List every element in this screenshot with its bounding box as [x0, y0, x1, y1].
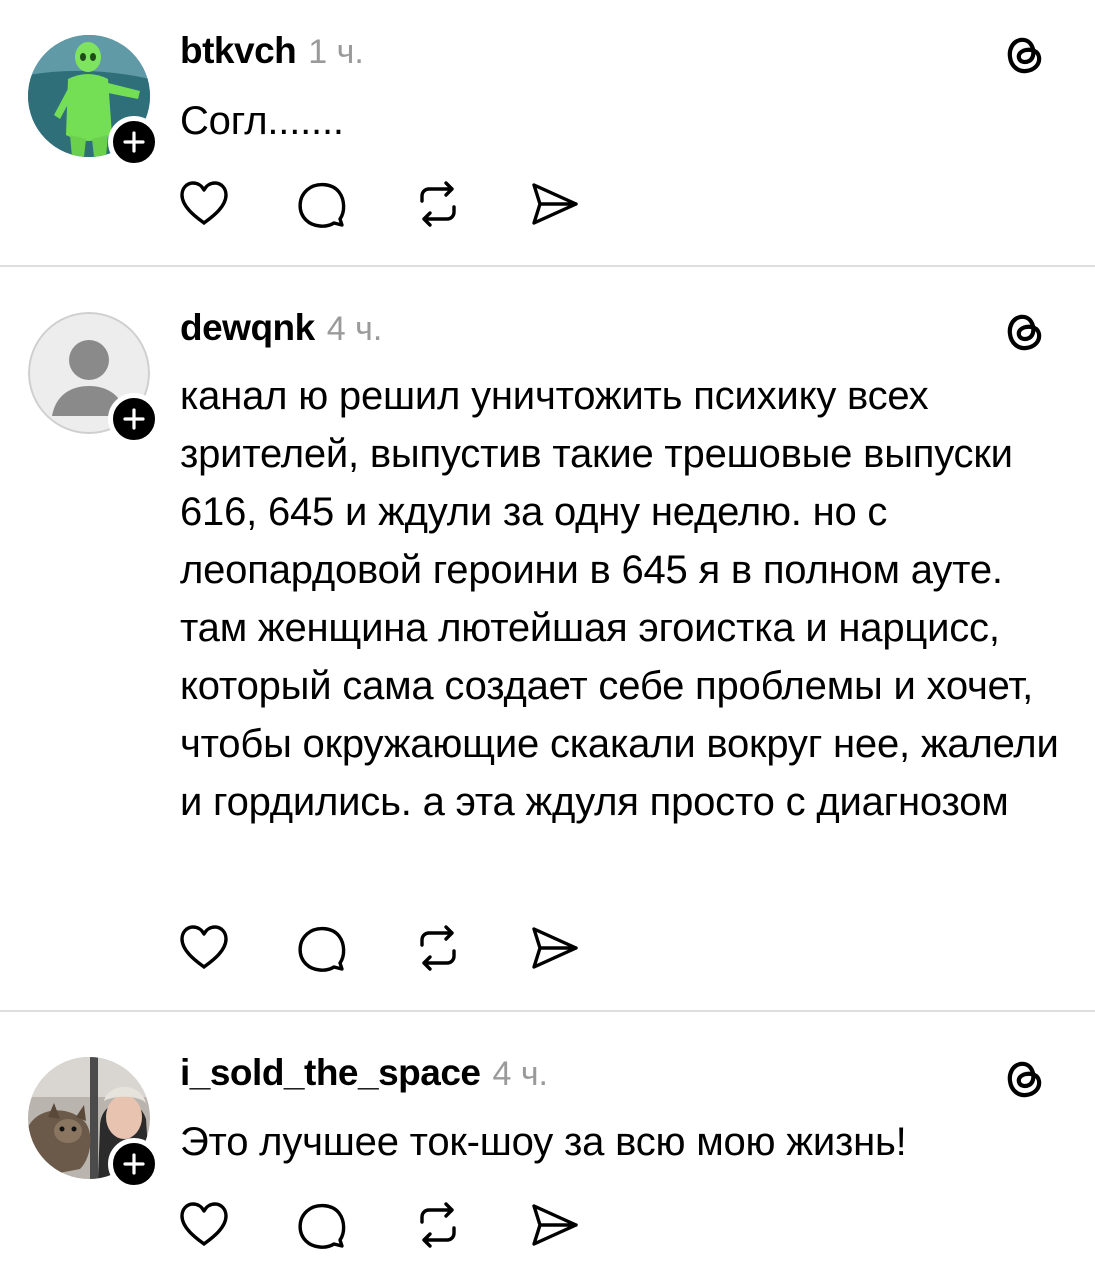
username[interactable]: btkvch	[180, 30, 297, 72]
reply-bubble-icon	[298, 1203, 346, 1249]
post-header: btkvch 1 ч.	[180, 30, 364, 76]
like-button[interactable]	[178, 179, 230, 229]
avatar[interactable]	[28, 312, 160, 445]
share-button[interactable]	[528, 923, 580, 973]
heart-icon	[180, 1202, 228, 1246]
repost-icon	[420, 1202, 456, 1248]
heart-icon	[180, 925, 228, 969]
like-button[interactable]	[178, 923, 230, 973]
repost-button[interactable]	[412, 1200, 464, 1250]
threads-logo-icon[interactable]	[1000, 307, 1050, 357]
reply-bubble-icon	[298, 926, 346, 972]
share-button[interactable]	[528, 179, 580, 229]
post-text: Это лучшее ток-шоу за всю мою жизнь!	[180, 1120, 907, 1164]
repost-icon	[420, 925, 456, 971]
post-header: dewqnk 4 ч.	[180, 307, 382, 353]
send-icon	[532, 183, 578, 225]
reply-bubble-icon	[298, 182, 346, 228]
threads-logo-icon[interactable]	[1000, 30, 1050, 80]
post-time: 4 ч.	[326, 310, 383, 348]
follow-badge[interactable]	[108, 1138, 160, 1190]
action-bar	[178, 179, 598, 229]
thread-post: btkvch 1 ч. Согл.......	[0, 0, 1095, 266]
post-time: 4 ч.	[492, 1055, 548, 1093]
post-header: i_sold_the_space 4 ч.	[180, 1052, 548, 1098]
follow-badge[interactable]	[108, 116, 160, 168]
post-time: 1 ч.	[308, 33, 364, 71]
thread-post: i_sold_the_space 4 ч. Это лучшее ток-шоу…	[0, 1012, 1095, 1280]
repost-button[interactable]	[412, 923, 464, 973]
username[interactable]: dewqnk	[180, 307, 315, 349]
plus-icon	[123, 408, 145, 430]
plus-icon	[123, 1153, 145, 1175]
send-icon	[532, 927, 578, 969]
repost-icon	[420, 181, 456, 227]
follow-badge[interactable]	[108, 393, 160, 445]
thread-post: dewqnk 4 ч. канал ю решил уничтожить пси…	[0, 267, 1095, 1011]
heart-icon	[180, 181, 228, 225]
plus-icon	[123, 131, 145, 153]
avatar[interactable]	[28, 35, 160, 168]
reply-button[interactable]	[296, 179, 348, 229]
post-text: Согл.......	[180, 99, 344, 143]
like-button[interactable]	[178, 1200, 230, 1250]
share-button[interactable]	[528, 1200, 580, 1250]
avatar[interactable]	[28, 1057, 160, 1190]
reply-button[interactable]	[296, 923, 348, 973]
action-bar	[178, 1200, 598, 1250]
repost-button[interactable]	[412, 179, 464, 229]
action-bar	[178, 923, 598, 973]
username[interactable]: i_sold_the_space	[180, 1052, 481, 1094]
send-icon	[532, 1204, 578, 1246]
threads-logo-icon[interactable]	[1000, 1054, 1050, 1104]
post-text: канал ю решил уничтожить психику всех зр…	[180, 374, 1059, 824]
reply-button[interactable]	[296, 1200, 348, 1250]
